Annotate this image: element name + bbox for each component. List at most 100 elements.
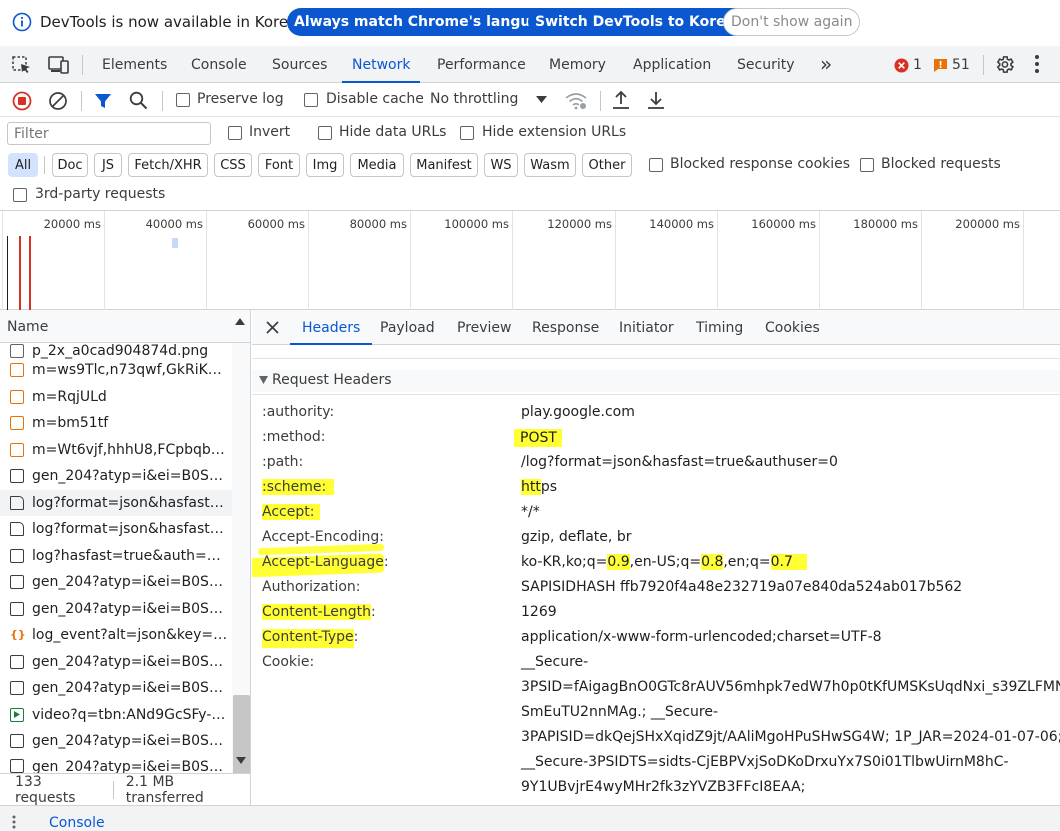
more-options-kebab-icon[interactable] xyxy=(1034,54,1040,74)
filter-all-button[interactable]: All xyxy=(8,153,38,177)
request-row[interactable]: m=ws9Tlc,n73qwf,GkRiKb,e... xyxy=(0,357,232,384)
infobar-message: DevTools is now available in Korean! xyxy=(40,13,313,31)
request-row[interactable]: gen_204?atyp=i&ei=B0SaZ... xyxy=(0,569,232,596)
export-har-download-icon[interactable] xyxy=(647,90,665,110)
hide-data-urls-label: Hide data URLs xyxy=(339,124,447,140)
request-row[interactable]: log?format=json&hasfast=t... xyxy=(0,516,232,543)
request-row[interactable]: gen_204?atyp=i&ei=B0SaZ... xyxy=(0,728,232,755)
timeline-gridline xyxy=(819,211,820,310)
tab-timing[interactable]: Timing xyxy=(696,310,743,345)
tab-performance[interactable]: Performance xyxy=(437,46,526,83)
request-row[interactable]: log?hasfast=true&auth=SA... xyxy=(0,543,232,570)
settings-gear-icon[interactable] xyxy=(994,54,1015,75)
throttling-select[interactable]: No throttling xyxy=(430,91,518,107)
request-row[interactable]: video?q=tbn:ANd9GcSFy-bf... xyxy=(0,702,232,729)
request-row[interactable]: gen_204?atyp=i&ei=B0SaZ... xyxy=(0,649,232,676)
script-file-icon xyxy=(10,363,24,378)
tab-sources[interactable]: Sources xyxy=(272,46,327,83)
blocked-response-cookies-checkbox[interactable] xyxy=(649,158,663,172)
invert-checkbox[interactable] xyxy=(228,126,242,140)
filter-doc-button[interactable]: Doc xyxy=(52,153,88,177)
always-match-language-button[interactable]: Always match Chrome's language xyxy=(287,8,567,36)
tab-preview[interactable]: Preview xyxy=(457,310,512,345)
media-play-icon xyxy=(10,707,24,722)
filter-css-button[interactable]: CSS xyxy=(214,153,252,177)
tab-payload[interactable]: Payload xyxy=(380,310,435,345)
filter-js-button[interactable]: JS xyxy=(94,153,122,177)
close-details-icon[interactable] xyxy=(266,321,279,334)
request-row[interactable]: gen_204?atyp=i&ei=B0SaZ... xyxy=(0,755,232,773)
request-row[interactable]: m=Wt6vjf,hhhU8,FCpbqb,W... xyxy=(0,437,232,464)
tab-initiator[interactable]: Initiator xyxy=(619,310,674,345)
record-stop-icon[interactable] xyxy=(12,91,32,111)
filter-media-button[interactable]: Media xyxy=(350,153,404,177)
request-headers-section-header[interactable]: Request Headers xyxy=(252,370,1060,392)
filter-img-button[interactable]: Img xyxy=(306,153,344,177)
header-value-cookie-line: SmEuTU2nnMAg.; __Secure- xyxy=(521,704,719,720)
plain-text: ko-KR,ko;q= xyxy=(521,554,608,570)
header-value-cookie-line: 3PSID=fAigagBnO0GTc8rAUV56mhpk7edW7h0p0t… xyxy=(521,679,1060,695)
request-row-selected[interactable]: log?format=json&hasfast=t... xyxy=(0,489,232,516)
preserve-log-checkbox[interactable] xyxy=(176,93,190,107)
drawer-tab-console[interactable]: Console xyxy=(49,815,105,831)
filter-fetch-xhr-button[interactable]: Fetch/XHR xyxy=(128,153,208,177)
scroll-up-arrow-icon[interactable] xyxy=(235,318,245,325)
blocked-requests-checkbox[interactable] xyxy=(860,158,874,172)
disable-cache-checkbox[interactable] xyxy=(304,93,318,107)
third-party-requests-checkbox[interactable] xyxy=(13,188,27,202)
tab-headers[interactable]: Headers xyxy=(289,310,373,345)
search-icon[interactable] xyxy=(129,91,148,110)
throttling-dropdown-arrow-icon[interactable] xyxy=(536,96,547,103)
clear-log-icon[interactable] xyxy=(48,91,68,111)
device-toolbar-icon[interactable] xyxy=(48,56,70,74)
header-name-accept-encoding: Accept-Encoding: xyxy=(262,529,385,545)
request-list-scrollbar[interactable] xyxy=(232,343,250,783)
tabbar-divider xyxy=(82,55,83,75)
request-row[interactable]: gen_204?atyp=i&ei=B0SaZ... xyxy=(0,596,232,623)
timeline-tick-label: 100000 ms xyxy=(444,217,509,231)
error-counter[interactable]: 1 xyxy=(894,57,922,73)
scroll-down-arrow-icon[interactable] xyxy=(236,757,246,764)
filter-input[interactable] xyxy=(7,122,211,145)
tab-security[interactable]: Security xyxy=(737,46,795,83)
dont-show-again-button[interactable]: Don't show again xyxy=(723,8,861,36)
switch-to-korean-button[interactable]: Switch DevTools to Korean xyxy=(528,8,753,36)
filter-manifest-button[interactable]: Manifest xyxy=(410,153,478,177)
load-event-marker xyxy=(29,236,31,310)
request-row[interactable]: gen_204?atyp=i&ei=B0SaZ... xyxy=(0,675,232,702)
network-conditions-wifi-icon[interactable] xyxy=(565,92,587,110)
timeline-gridline xyxy=(2,211,3,310)
request-row[interactable]: m=RqjULd xyxy=(0,384,232,411)
request-row[interactable]: {} log_event?alt=json&key=Al... xyxy=(0,622,232,649)
tab-network[interactable]: Network xyxy=(341,46,422,83)
invert-label: Invert xyxy=(249,124,291,140)
name-column-header[interactable]: Name xyxy=(7,319,48,335)
load-event-marker xyxy=(19,236,21,310)
timeline-tick-label: 60000 ms xyxy=(247,217,305,231)
tab-console[interactable]: Console xyxy=(191,46,247,83)
tab-memory[interactable]: Memory xyxy=(549,46,606,83)
main-tab-bar: Elements Console Sources Network Perform… xyxy=(0,46,1060,83)
filter-funnel-icon[interactable] xyxy=(94,92,112,110)
more-tabs-chevron-icon[interactable]: » xyxy=(820,46,832,83)
filter-font-button[interactable]: Font xyxy=(258,153,300,177)
scrollbar-thumb[interactable] xyxy=(233,695,250,783)
warning-counter[interactable]: 51 xyxy=(933,57,970,73)
filter-ws-button[interactable]: WS xyxy=(484,153,518,177)
network-overview-timeline[interactable]: 20000 ms 40000 ms 60000 ms 80000 ms 100000 m… xyxy=(0,210,1060,310)
tab-elements[interactable]: Elements xyxy=(102,46,167,83)
filter-wasm-button[interactable]: Wasm xyxy=(524,153,576,177)
tab-cookies[interactable]: Cookies xyxy=(765,310,820,345)
header-value-cookie-line: 9Y1UBvjrE4wyMHr2fk3zYVZB3FFcI8EAA; xyxy=(521,779,806,795)
hide-data-urls-checkbox[interactable] xyxy=(318,126,332,140)
tab-application[interactable]: Application xyxy=(633,46,711,83)
import-har-upload-icon[interactable] xyxy=(612,90,630,110)
filter-other-button[interactable]: Other xyxy=(582,153,632,177)
request-row[interactable]: m=bm51tf xyxy=(0,410,232,437)
request-row[interactable]: gen_204?atyp=i&ei=B0SaZ... xyxy=(0,463,232,490)
tab-response[interactable]: Response xyxy=(532,310,599,345)
drawer-menu-kebab-icon[interactable] xyxy=(12,815,16,829)
inspect-element-icon[interactable] xyxy=(12,56,32,74)
hide-extension-urls-checkbox[interactable] xyxy=(460,126,474,140)
third-party-requests-label: 3rd-party requests xyxy=(35,186,166,202)
